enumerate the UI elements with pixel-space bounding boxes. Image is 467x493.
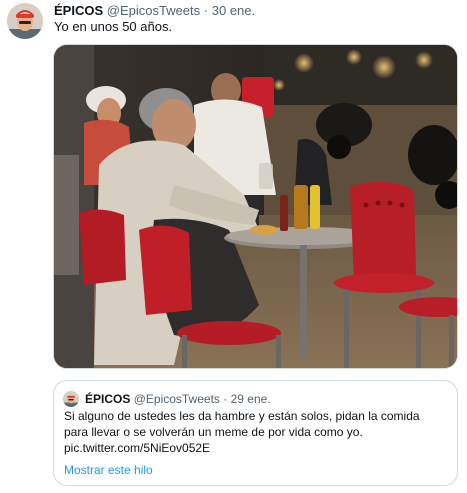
author-handle[interactable]: @EpicosTweets <box>107 3 200 18</box>
avatar-image <box>63 391 79 407</box>
quoted-author-avatar <box>63 391 79 407</box>
quoted-text-line: para llevar o se volverán un meme de por… <box>64 425 363 439</box>
photo-old-man-at-street-cafe <box>54 45 457 368</box>
quoted-tweet[interactable]: ÉPICOS @EpicosTweets · 29 ene. Si alguno… <box>53 380 458 486</box>
quoted-author-handle: @EpicosTweets <box>133 392 220 406</box>
show-thread-link[interactable]: Mostrar este hilo <box>64 462 153 478</box>
quoted-tweet-header: ÉPICOS @EpicosTweets · 29 ene. <box>85 391 271 407</box>
tweet-date[interactable]: 30 ene. <box>212 3 255 18</box>
tweet-text: Yo en unos 50 años. <box>54 19 173 34</box>
author-display-name[interactable]: ÉPICOS <box>54 3 103 18</box>
tweet-photo[interactable] <box>53 44 458 369</box>
quoted-text-line: Si alguno de ustedes les da hambre y est… <box>64 409 420 423</box>
quoted-author-display-name: ÉPICOS <box>85 392 131 406</box>
quoted-tweet-text: Si alguno de ustedes les da hambre y est… <box>64 408 454 456</box>
quoted-header-separator: · <box>223 392 228 406</box>
avatar-image <box>7 3 43 39</box>
quoted-tweet-date: 29 ene. <box>230 392 271 406</box>
author-avatar[interactable] <box>7 3 43 39</box>
tweet-header: ÉPICOS @EpicosTweets · 30 ene. <box>54 3 255 19</box>
header-separator: · <box>203 3 209 18</box>
quoted-pic-link[interactable]: pic.twitter.com/5NiEov052E <box>64 440 454 456</box>
